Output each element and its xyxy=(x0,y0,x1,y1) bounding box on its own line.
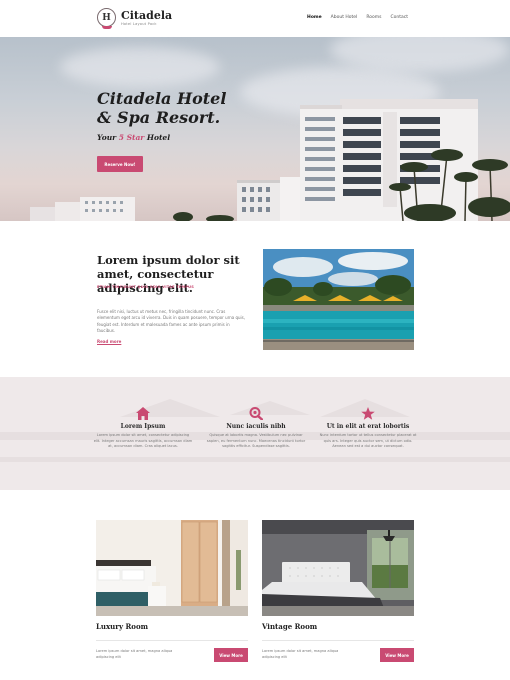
hotel-skyline-image xyxy=(30,99,510,221)
brand-name[interactable]: Citadela xyxy=(121,9,172,22)
vintage-room-image xyxy=(262,520,414,616)
nav-item-about-hotel[interactable]: About Hotel xyxy=(331,15,358,20)
feature-item: Nunc iaculis nibh Quisque at lobortis ma… xyxy=(206,407,306,450)
site-header: H Citadela Hotel Layout Pack Home About … xyxy=(0,0,510,37)
reserve-now-button[interactable]: Reserve Now! xyxy=(97,156,143,172)
feature-title: Lorem Ipsum xyxy=(120,423,166,430)
hero-banner: Citadela Hotel & Spa Resort. Your 5 Star… xyxy=(0,37,510,221)
read-more-link[interactable]: Read more xyxy=(97,339,121,344)
room-title: Vintage Room xyxy=(262,622,318,631)
home-icon xyxy=(136,407,150,420)
pool-image xyxy=(263,249,414,350)
star-icon xyxy=(361,407,375,420)
search-icon xyxy=(249,407,263,420)
about-body-text: Fusce elit nisi, luctus ut metus nec, fr… xyxy=(97,309,246,333)
hero-subtitle: Your 5 Star Hotel xyxy=(97,133,171,142)
main-nav: Home About Hotel Rooms Contact xyxy=(307,15,408,20)
nav-item-contact[interactable]: Contact xyxy=(390,15,408,20)
hero-title: Citadela Hotel & Spa Resort. xyxy=(97,89,227,127)
logo-icon[interactable]: H xyxy=(97,8,116,27)
luxury-room-image xyxy=(96,520,248,616)
room-divider xyxy=(262,640,414,641)
feature-text: Lorem ipsum dolor sit amet, consectetur … xyxy=(93,433,193,449)
room-divider xyxy=(96,640,248,641)
feature-text: Nunc interdum tortor ut tellus consectet… xyxy=(319,433,417,449)
room-description: Lorem ipsum dolor sit amet, magna aliqua… xyxy=(96,649,173,659)
room-description: Lorem ipsum dolor sit amet, magna aliqua… xyxy=(262,649,339,659)
view-more-button[interactable]: View More xyxy=(380,648,414,662)
room-title: Luxury Room xyxy=(96,622,149,631)
nav-item-rooms[interactable]: Rooms xyxy=(366,15,381,20)
features-section: Lorem Ipsum Lorem ipsum dolor sit amet, … xyxy=(0,377,510,490)
about-kicker: ETIAM TINCIDUNT QUIS ODIO VITAE TEMPUS xyxy=(97,285,195,289)
feature-item: Lorem Ipsum Lorem ipsum dolor sit amet, … xyxy=(93,407,193,450)
feature-text: Quisque at lobortis magna. Vestibulum ne… xyxy=(206,433,306,449)
nav-item-home[interactable]: Home xyxy=(307,15,322,20)
feature-title: Nunc iaculis nibh xyxy=(226,423,286,430)
brand-tagline: Hotel Layout Pack xyxy=(121,22,157,26)
feature-item: Ut in elit at erat lobortis Nunc interdu… xyxy=(318,407,418,450)
feature-title: Ut in elit at erat lobortis xyxy=(326,423,410,430)
view-more-button[interactable]: View More xyxy=(214,648,248,662)
